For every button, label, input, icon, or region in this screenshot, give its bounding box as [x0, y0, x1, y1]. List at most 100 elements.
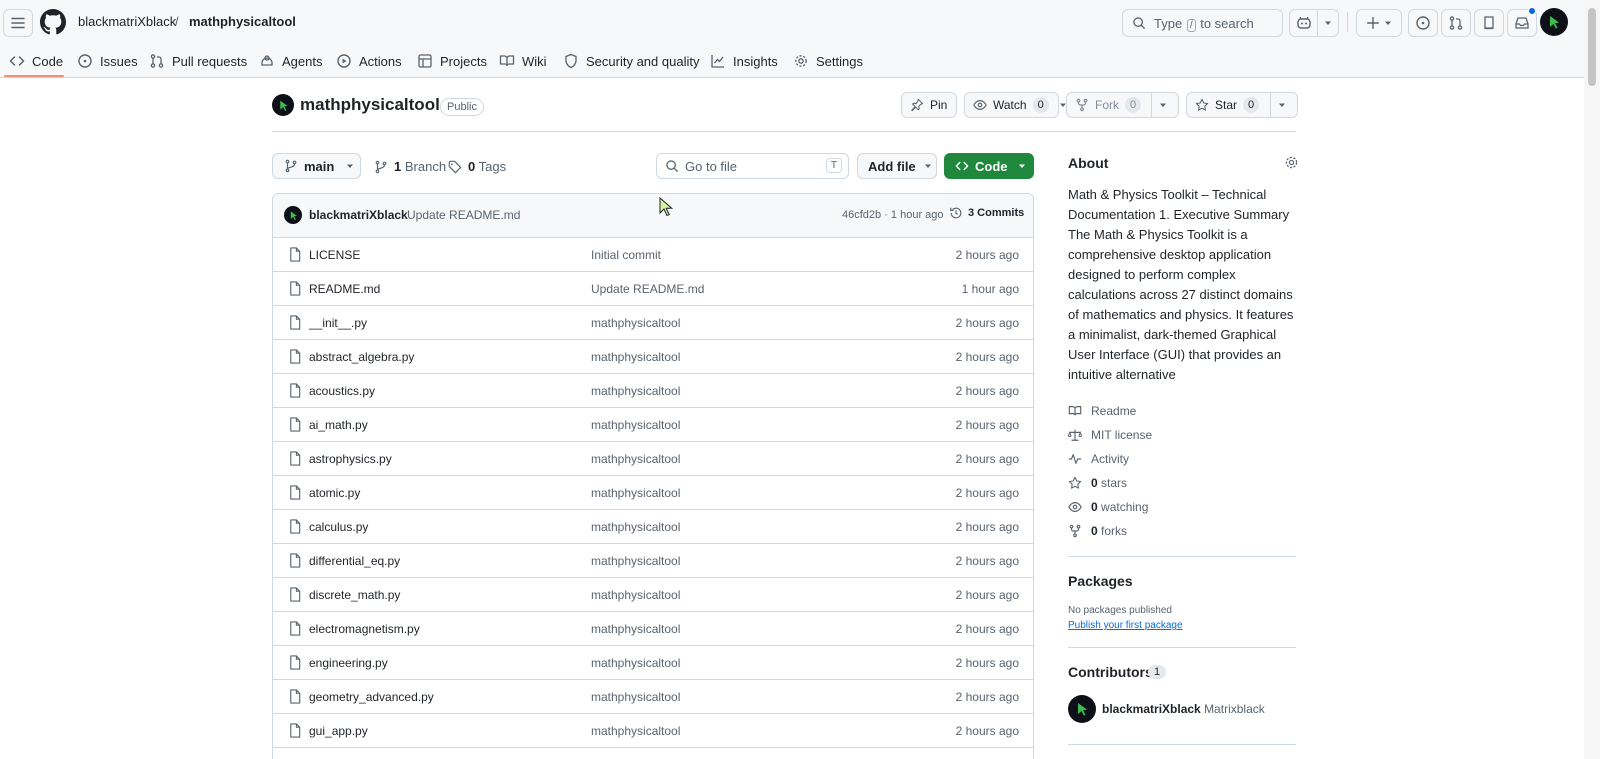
tab-issues[interactable]: Issues — [77, 44, 138, 78]
file-row[interactable]: engineering.py mathphysicaltool 2 hours ag… — [273, 646, 1033, 680]
go-to-file-input[interactable]: Go to file T — [656, 153, 849, 179]
your-pull-requests-button[interactable] — [1441, 9, 1471, 37]
file-name[interactable]: calculus.py — [309, 520, 368, 534]
tab-actions[interactable]: Actions — [336, 44, 402, 78]
repo-owner-avatar[interactable] — [272, 94, 294, 116]
star-button[interactable]: Star 0 — [1186, 92, 1298, 118]
repo-name[interactable]: mathphysicaltool — [300, 95, 440, 115]
file-row[interactable]: discrete_math.py mathphysicaltool 2 hours … — [273, 578, 1033, 612]
copilot-main[interactable] — [1290, 10, 1318, 36]
file-row[interactable]: LICENSE Initial commit 2 hours ago — [273, 238, 1033, 272]
file-commit-message[interactable]: mathphysicaltool — [591, 656, 680, 670]
file-name[interactable]: electromagnetism.py — [309, 622, 420, 636]
file-commit-message[interactable]: Update README.md — [591, 282, 704, 296]
add-file-button[interactable]: Add file — [857, 153, 937, 179]
copilot-dropdown[interactable] — [1318, 10, 1338, 36]
file-name[interactable]: gui_app.py — [309, 724, 368, 738]
tab-wiki[interactable]: Wiki — [499, 44, 547, 78]
commits-history-link[interactable]: 3 Commits — [949, 206, 1024, 220]
branch-selector[interactable]: main — [272, 153, 361, 179]
file-row[interactable]: calculus.py mathphysicaltool 2 hours ago — [273, 510, 1033, 544]
commit-author-avatar[interactable] — [284, 206, 302, 224]
file-row[interactable]: atomic.py mathphysicaltool 2 hours ago — [273, 476, 1033, 510]
file-name[interactable]: README.md — [309, 282, 380, 296]
file-name[interactable]: acoustics.py — [309, 384, 375, 398]
license-link[interactable]: MIT license — [1068, 427, 1268, 443]
activity-link[interactable]: Activity — [1068, 451, 1268, 467]
file-commit-message[interactable]: mathphysicaltool — [591, 690, 680, 704]
menu-button[interactable] — [3, 9, 33, 37]
branches-link[interactable]: 1 Branch — [374, 159, 446, 174]
tab-pull-requests[interactable]: Pull requests — [149, 44, 247, 78]
file-row[interactable]: abstract_algebra.py mathphysicaltool 2 hou… — [273, 340, 1033, 374]
file-commit-message[interactable]: mathphysicaltool — [591, 486, 680, 500]
file-name[interactable]: astrophysics.py — [309, 452, 392, 466]
file-row[interactable]: ai_math.py mathphysicaltool 2 hours ago — [273, 408, 1033, 442]
readme-link[interactable]: Readme — [1068, 403, 1268, 419]
file-name[interactable]: discrete_math.py — [309, 588, 400, 602]
scrollbar-thumb[interactable] — [1588, 8, 1596, 86]
stars-link[interactable]: 0 stars — [1068, 475, 1268, 491]
fork-button[interactable]: Fork 0 — [1066, 92, 1179, 118]
packages-heading[interactable]: Packages — [1068, 573, 1133, 589]
your-issues-button[interactable] — [1408, 9, 1438, 37]
file-commit-message[interactable]: mathphysicaltool — [591, 724, 680, 738]
file-row[interactable]: __init__.py mathphysicaltool 2 hours ago — [273, 306, 1033, 340]
code-button[interactable]: Code — [944, 153, 1034, 179]
contributor-name[interactable]: blackmatriXblack Matrixblack — [1102, 702, 1265, 716]
file-commit-message[interactable]: mathphysicaltool — [591, 588, 680, 602]
file-commit-message[interactable]: mathphysicaltool — [591, 554, 680, 568]
file-row[interactable]: electromagnetism.py mathphysicaltool 2 hou… — [273, 612, 1033, 646]
file-commit-message[interactable]: Initial commit — [591, 248, 661, 262]
contributor-avatar[interactable] — [1068, 695, 1096, 723]
file-name[interactable]: engineering.py — [309, 656, 388, 670]
file-commit-message[interactable]: mathphysicaltool — [591, 350, 680, 364]
watch-button[interactable]: Watch 0 — [964, 92, 1066, 118]
breadcrumb-owner[interactable]: blackmatriXblack — [78, 14, 176, 29]
copilot-button[interactable] — [1289, 9, 1339, 37]
file-row[interactable]: astrophysics.py mathphysicaltool 2 hours a… — [273, 442, 1033, 476]
tab-code[interactable]: Code — [9, 44, 63, 78]
tab-projects[interactable]: Projects — [417, 44, 487, 78]
tab-settings[interactable]: Settings — [793, 44, 863, 78]
tags-link[interactable]: 0 Tags — [448, 159, 506, 174]
user-avatar[interactable] — [1540, 8, 1568, 36]
commit-hash-time[interactable]: 46cfd2b · 1 hour ago — [842, 209, 944, 221]
commit-message[interactable]: Update README.md — [407, 208, 520, 222]
tab-security[interactable]: Security and quality — [563, 44, 699, 78]
tab-agents[interactable]: Agents — [259, 44, 322, 78]
file-commit-message[interactable]: mathphysicaltool — [591, 520, 680, 534]
contributors-heading[interactable]: Contributors — [1068, 664, 1153, 680]
file-name[interactable]: ai_math.py — [309, 418, 368, 432]
file-commit-message[interactable]: mathphysicaltool — [591, 452, 680, 466]
repositories-button[interactable] — [1474, 9, 1504, 37]
file-name[interactable]: abstract_algebra.py — [309, 350, 414, 364]
pin-button[interactable]: Pin — [901, 92, 957, 118]
file-commit-message[interactable]: mathphysicaltool — [591, 384, 680, 398]
page-scrollbar[interactable] — [1584, 0, 1600, 759]
fork-dropdown[interactable] — [1151, 93, 1174, 117]
gear-icon[interactable] — [1284, 155, 1299, 170]
star-dropdown[interactable] — [1270, 93, 1293, 117]
tab-insights[interactable]: Insights — [710, 44, 778, 78]
file-row[interactable]: README.md Update README.md 1 hour ago — [273, 272, 1033, 306]
file-name[interactable]: __init__.py — [309, 316, 367, 330]
publish-package-link[interactable]: Publish your first package — [1068, 620, 1183, 631]
watching-link[interactable]: 0 watching — [1068, 499, 1268, 515]
file-name[interactable]: differential_eq.py — [309, 554, 400, 568]
forks-link[interactable]: 0 forks — [1068, 523, 1268, 539]
file-name[interactable]: geometry_advanced.py — [309, 690, 434, 704]
file-name[interactable]: LICENSE — [309, 248, 360, 262]
breadcrumb-repo[interactable]: mathphysicaltool — [189, 14, 296, 29]
file-name[interactable]: atomic.py — [309, 486, 360, 500]
commit-author[interactable]: blackmatriXblack — [309, 208, 408, 222]
file-row[interactable]: geometry_advanced.py mathphysicaltool 2 ho… — [273, 680, 1033, 714]
file-row[interactable]: differential_eq.py mathphysicaltool 2 hour… — [273, 544, 1033, 578]
global-search[interactable]: Type / to search — [1122, 9, 1283, 37]
file-row[interactable]: acoustics.py mathphysicaltool 2 hours ago — [273, 374, 1033, 408]
file-row[interactable]: gui_app.py mathphysicaltool 2 hours ago — [273, 714, 1033, 748]
create-new-button[interactable] — [1356, 9, 1402, 37]
github-logo-icon[interactable] — [40, 9, 66, 35]
file-commit-message[interactable]: mathphysicaltool — [591, 316, 680, 330]
file-commit-message[interactable]: mathphysicaltool — [591, 622, 680, 636]
